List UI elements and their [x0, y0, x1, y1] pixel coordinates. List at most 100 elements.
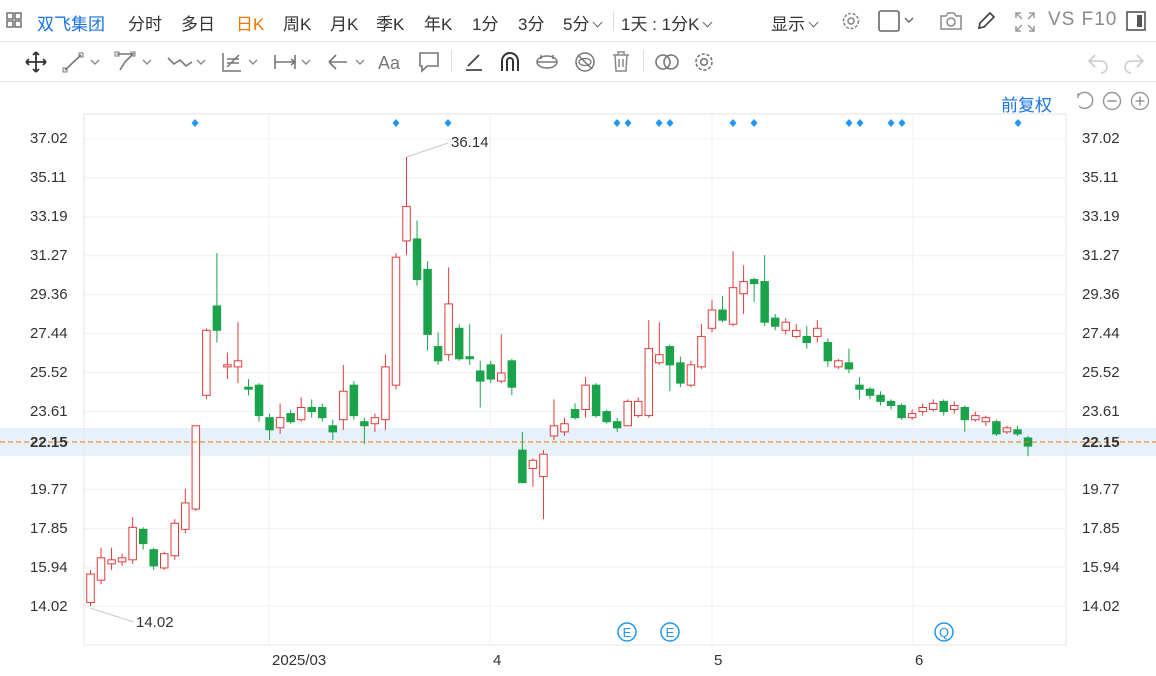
candle-body: [950, 404, 959, 411]
candle-body: [86, 573, 95, 603]
candle-body: [360, 421, 369, 427]
candle: [360, 417, 369, 445]
candle-body: [792, 329, 801, 337]
candle: [223, 352, 232, 380]
candle: [370, 413, 380, 432]
grid-lines: [83, 113, 1067, 646]
candle: [465, 324, 474, 365]
y-tick-label: 14.02: [1082, 598, 1120, 615]
candle: [918, 403, 927, 416]
candle-body: [254, 384, 264, 417]
candle: [475, 360, 485, 408]
event-diamond: [856, 119, 864, 127]
candle-body: [581, 384, 590, 411]
candle: [549, 399, 559, 440]
candle-body: [928, 402, 938, 411]
candle: [697, 324, 706, 369]
low-leader-line: [89, 607, 135, 623]
event-diamond: [444, 119, 452, 127]
candle: [212, 253, 222, 343]
event-badge: E: [660, 622, 680, 642]
event-diamond: [191, 119, 199, 127]
current-price-label-right: 22.15: [1082, 434, 1120, 451]
candle-body: [823, 342, 833, 362]
y-tick-label: 17.85: [1082, 520, 1120, 537]
candle: [844, 348, 854, 373]
candle: [444, 267, 453, 361]
candle-body: [1002, 427, 1012, 433]
candle: [454, 324, 464, 361]
candle-body: [391, 256, 401, 386]
event-diamond: [1014, 119, 1022, 127]
candle: [686, 360, 696, 388]
candle: [128, 517, 137, 564]
candle-body: [939, 400, 948, 413]
candle: [433, 332, 443, 365]
candle-body: [412, 238, 422, 281]
candle-body: [539, 453, 548, 478]
candle: [1013, 425, 1022, 436]
event-diamond: [887, 119, 895, 127]
candle-body: [128, 526, 137, 561]
candle-body: [728, 287, 738, 325]
kline-chart[interactable]: EEQ: [0, 0, 1156, 676]
candle: [1023, 435, 1033, 457]
candle-body: [159, 553, 169, 569]
candle-body: [570, 409, 580, 419]
candle-body: [897, 404, 906, 419]
event-diamond: [750, 119, 758, 127]
candle-body: [381, 366, 390, 421]
candle: [665, 344, 675, 392]
candle-body: [307, 406, 316, 413]
event-diamond: [898, 119, 906, 127]
candle: [834, 358, 843, 369]
candle: [749, 277, 759, 302]
candle: [992, 419, 1001, 436]
candle: [655, 322, 664, 365]
y-tick-label: 25.52: [1082, 364, 1120, 381]
candle-body: [549, 425, 559, 437]
candle-body: [676, 362, 685, 384]
candle-body: [444, 303, 453, 356]
candle: [349, 381, 359, 420]
candle: [159, 551, 169, 570]
y-tick-label: 17.85: [30, 520, 68, 537]
candle: [233, 322, 243, 384]
candle: [707, 299, 717, 333]
candle-body: [96, 557, 106, 581]
y-tick-label: 27.44: [30, 325, 68, 342]
candle-body: [465, 356, 474, 360]
candle-body: [107, 559, 116, 565]
candle: [412, 220, 422, 286]
candle-body: [602, 411, 611, 423]
candle: [518, 431, 527, 484]
candle: [865, 387, 875, 400]
candle-body: [423, 268, 432, 335]
candle: [423, 261, 432, 351]
x-tick-label: 2025/03: [272, 652, 327, 669]
candle: [497, 334, 506, 384]
candle: [676, 356, 685, 388]
y-tick-label: 23.61: [1082, 403, 1120, 420]
candle: [328, 419, 338, 440]
event-diamond: [613, 119, 621, 127]
candle-body: [518, 449, 527, 484]
candle: [770, 314, 780, 331]
candle-body: [707, 309, 717, 329]
candle: [792, 324, 801, 339]
candle-body: [971, 415, 980, 421]
candle: [339, 364, 348, 430]
candle-body: [454, 327, 464, 360]
candle: [718, 295, 727, 323]
candle: [760, 255, 769, 327]
candle: [813, 320, 822, 343]
y-tick-label: 25.52: [30, 364, 68, 381]
candle: [275, 403, 285, 434]
candle-body: [813, 327, 822, 337]
candle-body: [244, 386, 253, 390]
candle-body: [191, 425, 201, 510]
y-tick-label: 19.77: [1082, 481, 1120, 498]
candle: [897, 403, 906, 420]
x-tick-label: 6: [915, 652, 924, 669]
candle-body: [802, 335, 812, 344]
